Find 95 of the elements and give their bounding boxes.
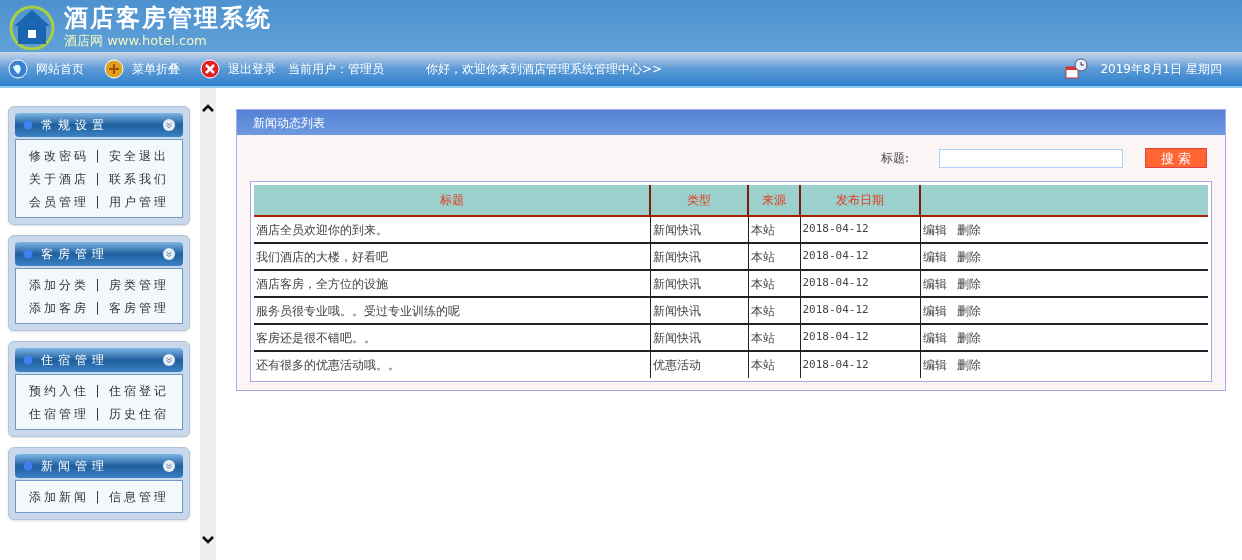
column-header: 标题 bbox=[254, 185, 650, 216]
chevron-down-icon[interactable] bbox=[202, 536, 214, 544]
chevron-down-icon bbox=[163, 460, 175, 472]
menu-link[interactable]: 会员管理 bbox=[29, 192, 90, 211]
column-header: 类型 bbox=[650, 185, 748, 216]
site-subtitle: 酒店网 www.hotel.com bbox=[64, 33, 208, 47]
chevron-down-icon bbox=[163, 119, 175, 131]
table-cell: 2018-04-12 bbox=[800, 297, 920, 324]
chevron-down-icon bbox=[163, 354, 175, 366]
separator-text: | bbox=[95, 299, 103, 317]
menu-link[interactable]: 添加分类 bbox=[29, 275, 90, 294]
action-link[interactable]: 删除 bbox=[956, 328, 981, 347]
menu-header[interactable]: 常规设置 bbox=[15, 113, 183, 137]
menu-link[interactable]: 信息管理 bbox=[108, 487, 169, 506]
globe-icon bbox=[8, 59, 28, 79]
menu-link[interactable]: 添加客房 bbox=[29, 298, 90, 317]
menu-link[interactable]: 用户管理 bbox=[108, 192, 169, 211]
menu-link[interactable]: 历史住宿 bbox=[108, 404, 169, 423]
table-cell: 新闻快讯 bbox=[650, 243, 748, 270]
table-cell: 本站 bbox=[748, 324, 800, 351]
menu-link[interactable]: 添加新闻 bbox=[29, 487, 90, 506]
table-cell: 本站 bbox=[748, 216, 800, 243]
plus-icon bbox=[104, 59, 124, 79]
bullet-icon bbox=[23, 355, 33, 365]
separator-text: | bbox=[95, 170, 103, 188]
action-link[interactable]: 删除 bbox=[956, 247, 981, 266]
separator-text: | bbox=[95, 147, 103, 165]
search-label: 标题: bbox=[880, 150, 909, 167]
table-cell: 酒店全员欢迎你的到来。 bbox=[254, 216, 650, 243]
column-header: 来源 bbox=[748, 185, 800, 216]
table-cell: 客房还是很不错吧。。 bbox=[254, 324, 650, 351]
table-cell: 本站 bbox=[748, 243, 800, 270]
table-cell: 新闻快讯 bbox=[650, 324, 748, 351]
menu-link[interactable]: 预约入住 bbox=[29, 381, 90, 400]
action-link[interactable]: 编辑 bbox=[922, 328, 947, 347]
table-cell: 2018-04-12 bbox=[800, 216, 920, 243]
separator-text: | bbox=[95, 276, 103, 294]
action-link[interactable]: 删除 bbox=[956, 220, 981, 239]
action-link[interactable]: 编辑 bbox=[922, 274, 947, 293]
menu-title: 常规设置 bbox=[41, 117, 110, 134]
action-link[interactable]: 编辑 bbox=[922, 356, 947, 374]
menu-link[interactable]: 安全退出 bbox=[108, 146, 169, 165]
table-cell: 本站 bbox=[748, 270, 800, 297]
close-icon bbox=[200, 59, 220, 79]
menu-header[interactable]: 住宿管理 bbox=[15, 348, 183, 372]
table-cell: 服务员很专业哦。。受过专业训练的呢 bbox=[254, 297, 650, 324]
separator-text: | bbox=[95, 382, 103, 400]
table-cell: 还有很多的优惠活动哦。。 bbox=[254, 351, 650, 378]
menu-header[interactable]: 新闻管理 bbox=[15, 454, 183, 478]
menu-link[interactable]: 修改密码 bbox=[29, 146, 90, 165]
date-text: 2019年8月1日 星期四 bbox=[1100, 61, 1222, 78]
column-header: 发布日期 bbox=[800, 185, 920, 216]
menu-link[interactable]: 客房管理 bbox=[108, 298, 169, 317]
user-label: 当前用户： bbox=[288, 61, 348, 78]
table-cell: 新闻快讯 bbox=[650, 270, 748, 297]
table-cell: 本站 bbox=[748, 351, 800, 378]
action-link[interactable]: 编辑 bbox=[922, 220, 947, 239]
table-cell: 酒店客房，全方位的设施 bbox=[254, 270, 650, 297]
user-name: 管理员 bbox=[348, 61, 384, 78]
table-cell: 新闻快讯 bbox=[650, 297, 748, 324]
bullet-icon bbox=[23, 461, 33, 471]
menu-link[interactable]: 房类管理 bbox=[108, 275, 169, 294]
table-cell: 2018-04-12 bbox=[800, 270, 920, 297]
menu-title: 住宿管理 bbox=[41, 352, 110, 369]
action-link[interactable]: 删除 bbox=[956, 356, 981, 374]
welcome-text: 你好，欢迎你来到酒店管理系统管理中心>> bbox=[426, 61, 663, 78]
action-link[interactable]: 编辑 bbox=[922, 247, 947, 266]
menu-link[interactable]: 住宿登记 bbox=[108, 381, 169, 400]
menu-title: 新闻管理 bbox=[41, 458, 110, 475]
table-cell: 我们酒店的大楼，好看吧 bbox=[254, 243, 650, 270]
separator-text: | bbox=[95, 488, 103, 506]
menu-link[interactable]: 住宿管理 bbox=[29, 404, 90, 423]
bullet-icon bbox=[23, 120, 33, 130]
action-link[interactable]: 删除 bbox=[956, 274, 981, 293]
table-cell: 2018-04-12 bbox=[800, 324, 920, 351]
menu-title: 客房管理 bbox=[41, 246, 110, 263]
menu-link[interactable]: 联系我们 bbox=[108, 169, 169, 188]
table-cell: 2018-04-12 bbox=[800, 243, 920, 270]
panel-title: 新闻动态列表 bbox=[253, 114, 325, 132]
separator-text: | bbox=[95, 193, 103, 211]
chevron-up-icon[interactable] bbox=[202, 104, 214, 112]
search-field[interactable] bbox=[939, 148, 1123, 168]
menu-header[interactable]: 客房管理 bbox=[15, 242, 183, 266]
bullet-icon bbox=[23, 249, 33, 259]
action-link[interactable]: 删除 bbox=[956, 301, 981, 320]
chevron-down-icon bbox=[163, 248, 175, 260]
action-link[interactable]: 编辑 bbox=[922, 301, 947, 320]
table-cell: 优惠活动 bbox=[650, 351, 748, 378]
separator-text: | bbox=[95, 405, 103, 423]
menu-link[interactable]: 关于酒店 bbox=[29, 169, 90, 188]
table-cell: 本站 bbox=[748, 297, 800, 324]
app-title: 酒店客房管理系统 bbox=[64, 5, 272, 30]
calendar-clock-icon bbox=[1064, 58, 1089, 80]
table-cell: 2018-04-12 bbox=[800, 351, 920, 378]
table-cell: 新闻快讯 bbox=[650, 216, 748, 243]
